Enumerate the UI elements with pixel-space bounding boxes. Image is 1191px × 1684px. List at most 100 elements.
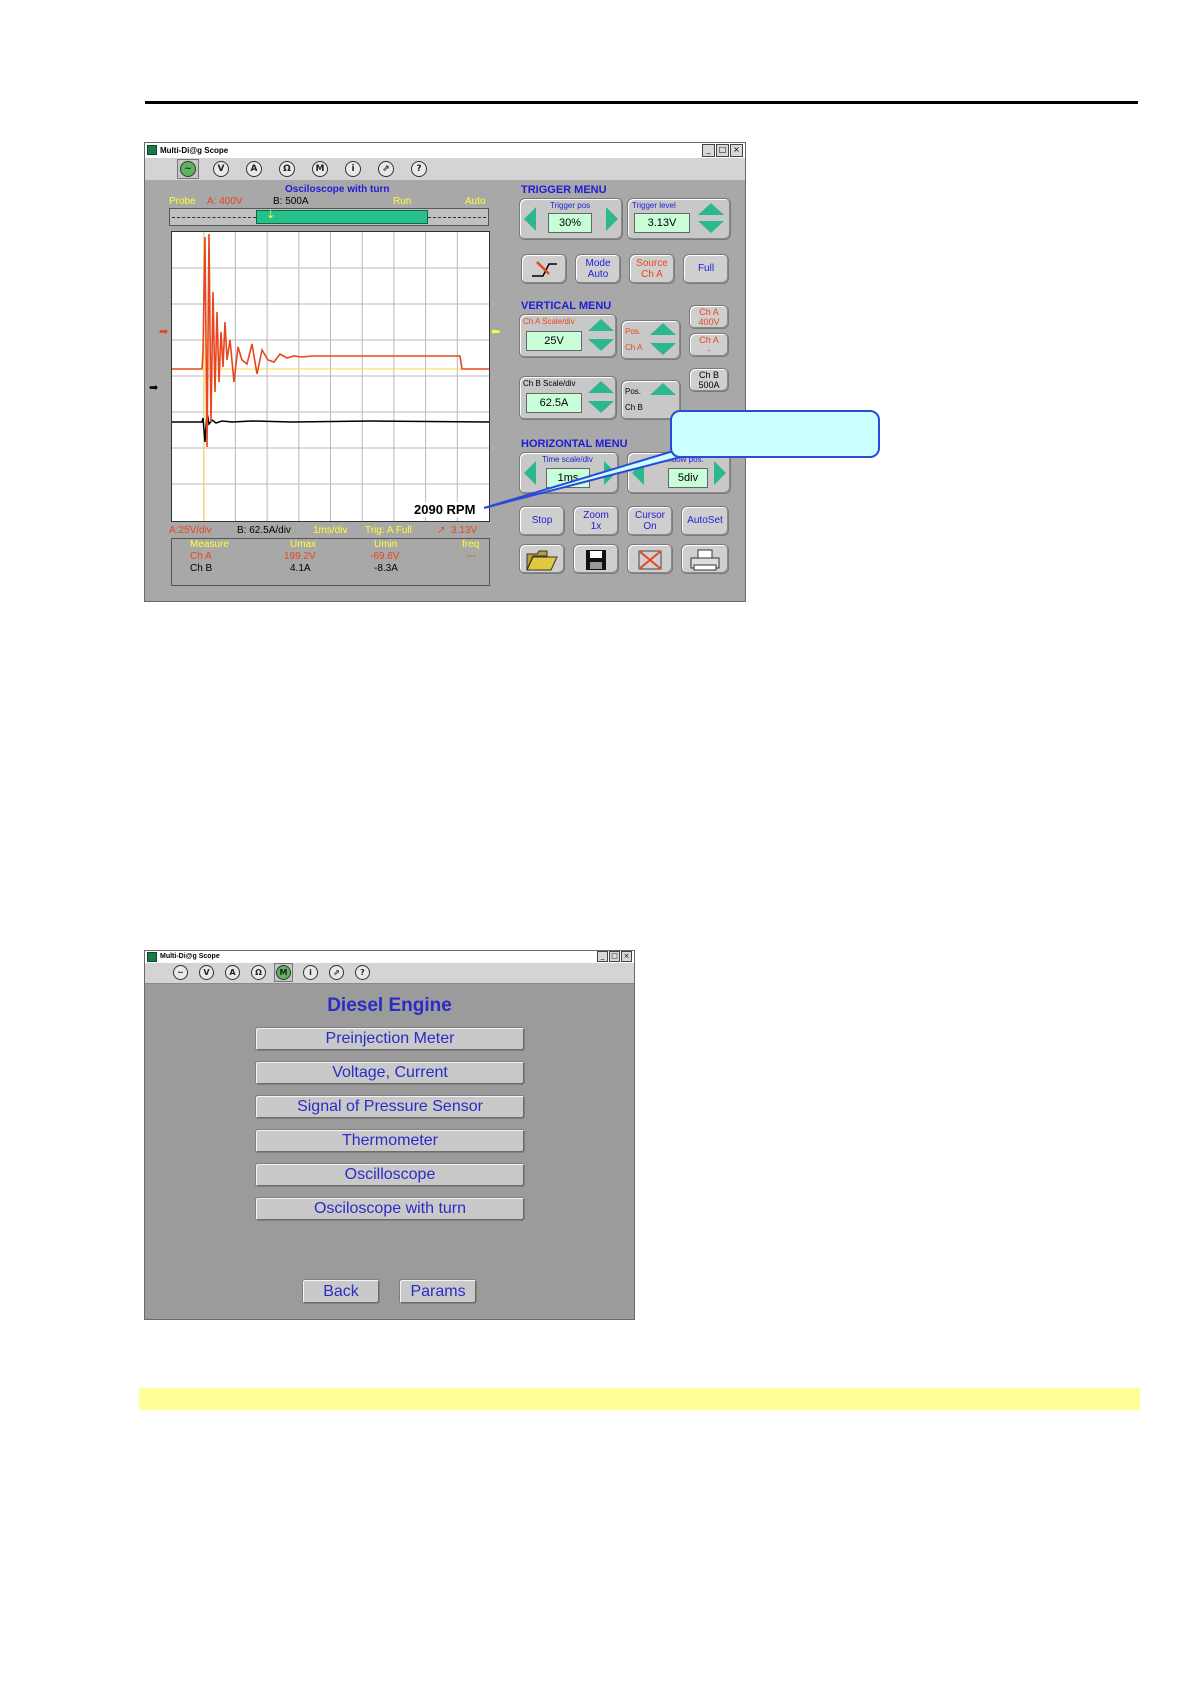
source-button[interactable]: Source Ch A (629, 254, 675, 284)
ch-a-scale-label: Ch A Scale/div (523, 317, 575, 326)
trigger-level-group: Trigger level 3.13V (627, 198, 731, 240)
ch-b-scale-group: Ch B Scale/div 62.5A (519, 376, 617, 420)
trigger-level-up-arrow-icon[interactable] (698, 203, 724, 215)
rpm-readout: 2090 RPM (414, 502, 476, 517)
menu-icon[interactable]: M (312, 161, 328, 177)
voltmeter-icon[interactable]: V (199, 965, 214, 980)
status-ch-a: A:25V/div (169, 525, 212, 536)
stop-button[interactable]: Stop (519, 506, 565, 536)
info-icon[interactable]: i (345, 161, 361, 177)
mode-value: Auto (587, 269, 609, 280)
measure-header: Measure (190, 539, 229, 550)
delete-button[interactable] (627, 544, 673, 574)
open-file-button[interactable] (519, 544, 565, 574)
row-ch-a-umax: 199.2V (284, 551, 316, 562)
buffer-position-bar[interactable]: ⇣ (169, 208, 489, 226)
voltmeter-icon[interactable]: V (213, 161, 229, 177)
ch-a-pos-group: Pos. Ch A (621, 320, 681, 360)
callout-bubble (670, 410, 880, 458)
row-ch-b-label: Ch B (190, 563, 213, 574)
row-ch-b-umax: 4.1A (290, 563, 311, 574)
mode-label: Mode (585, 258, 611, 269)
ch-a-pos-label: Pos. (625, 327, 642, 336)
ch-a-probe-button[interactable]: Ch A 400V (689, 305, 729, 329)
app-icon (147, 952, 157, 962)
trigger-menu-title: TRIGGER MENU (521, 184, 607, 196)
close-button[interactable]: × (621, 951, 632, 962)
trigger-level-down-arrow-icon[interactable] (698, 221, 724, 233)
autoset-button[interactable]: AutoSet (681, 506, 729, 536)
voltage-current-button[interactable]: Voltage, Current (255, 1061, 525, 1085)
ohmmeter-icon[interactable]: Ω (251, 965, 266, 980)
ch-a-invert-value: - (707, 345, 711, 355)
trigger-pos-right-arrow-icon[interactable] (606, 207, 618, 231)
delete-icon (638, 550, 662, 570)
buffer-window[interactable] (256, 210, 428, 224)
ch-a-pos-up-arrow-icon[interactable] (650, 323, 676, 335)
probe-label: Probe (169, 196, 196, 207)
oscilloscope-icon[interactable]: ~ (173, 965, 188, 980)
row-ch-a-umin: -69.6V (370, 551, 400, 562)
save-button[interactable] (573, 544, 619, 574)
thermometer-button[interactable]: Thermometer (255, 1129, 525, 1153)
ammeter-icon[interactable]: A (225, 965, 240, 980)
waveform-plot[interactable]: 2090 RPM (171, 231, 490, 522)
ch-a-invert-button[interactable]: Ch A - (689, 333, 729, 357)
trigger-pos-left-arrow-icon[interactable] (524, 207, 536, 231)
oscilloscope-icon[interactable]: ~ (180, 161, 196, 177)
minimize-button[interactable]: _ (702, 144, 715, 157)
ch-a-scale-down-arrow-icon[interactable] (588, 339, 614, 351)
ch-b-pos-up-arrow-icon[interactable] (650, 383, 676, 395)
ch-a-pos-down-arrow-icon[interactable] (650, 343, 676, 355)
trigger-pos-label: Trigger pos (550, 201, 591, 210)
pressure-sensor-button[interactable]: Signal of Pressure Sensor (255, 1095, 525, 1119)
cursor-value: On (643, 521, 657, 532)
ch-b-scale-value: 62.5A (526, 393, 582, 413)
floppy-disk-icon (586, 550, 606, 570)
minimize-button[interactable]: _ (597, 951, 608, 962)
trigger-level-value: 3.13V (634, 213, 690, 233)
export-icon[interactable]: ⇗ (378, 161, 394, 177)
zoom-button[interactable]: Zoom 1x (573, 506, 619, 536)
preinjection-meter-button[interactable]: Preinjection Meter (255, 1027, 525, 1051)
window-pos-right-arrow-icon[interactable] (714, 461, 726, 485)
ch-a-scale-up-arrow-icon[interactable] (588, 319, 614, 331)
source-label: Source (636, 258, 668, 269)
maximize-button[interactable]: □ (609, 951, 620, 962)
ch-b-probe-button[interactable]: Ch B 500A (689, 368, 729, 392)
full-button[interactable]: Full (683, 254, 729, 284)
export-icon[interactable]: ⇗ (329, 965, 344, 980)
ch-a-probe-value: 400V (698, 317, 720, 327)
probe-b-value: B: 500A (273, 196, 309, 207)
info-icon[interactable]: i (303, 965, 318, 980)
ch-b-scale-down-arrow-icon[interactable] (588, 401, 614, 413)
zoom-label: Zoom (583, 510, 609, 521)
waveform-svg (172, 232, 489, 521)
close-button[interactable]: × (730, 144, 743, 157)
trigger-edge-button[interactable] (521, 254, 567, 284)
menu-icon[interactable]: M (276, 965, 291, 980)
scope-display-area: Osciloscope with turn Probe A: 400V B: 5… (145, 180, 515, 601)
ch-a-level-arrow-icon: ➡ (159, 326, 169, 338)
status-timebase: 1ms/div (313, 525, 348, 536)
oscilloscope-with-turn-button[interactable]: Osciloscope with turn (255, 1197, 525, 1221)
print-button[interactable] (681, 544, 729, 574)
maximize-button[interactable]: □ (716, 144, 729, 157)
oscilloscope-button[interactable]: Oscilloscope (255, 1163, 525, 1187)
ammeter-icon[interactable]: A (246, 161, 262, 177)
cursor-button[interactable]: Cursor On (627, 506, 673, 536)
mode-button[interactable]: Mode Auto (575, 254, 621, 284)
ohmmeter-icon[interactable]: Ω (279, 161, 295, 177)
params-button[interactable]: Params (399, 1279, 477, 1304)
help-icon[interactable]: ? (411, 161, 427, 177)
trigger-level-arrow-icon: ⬅ (491, 326, 501, 338)
toolbar: ~ V A Ω M i ⇗ ? (145, 963, 634, 984)
ch-b-scale-up-arrow-icon[interactable] (588, 381, 614, 393)
highlighted-note-bar (139, 1388, 1140, 1410)
title-bar: Multi-Di@g Scope _ □ × (145, 951, 634, 963)
back-button[interactable]: Back (302, 1279, 380, 1304)
help-icon[interactable]: ? (355, 965, 370, 980)
ch-b-pos-sub: Ch B (625, 403, 643, 412)
window-title: Multi-Di@g Scope (160, 146, 229, 155)
ch-a-probe-label: Ch A (699, 307, 719, 317)
